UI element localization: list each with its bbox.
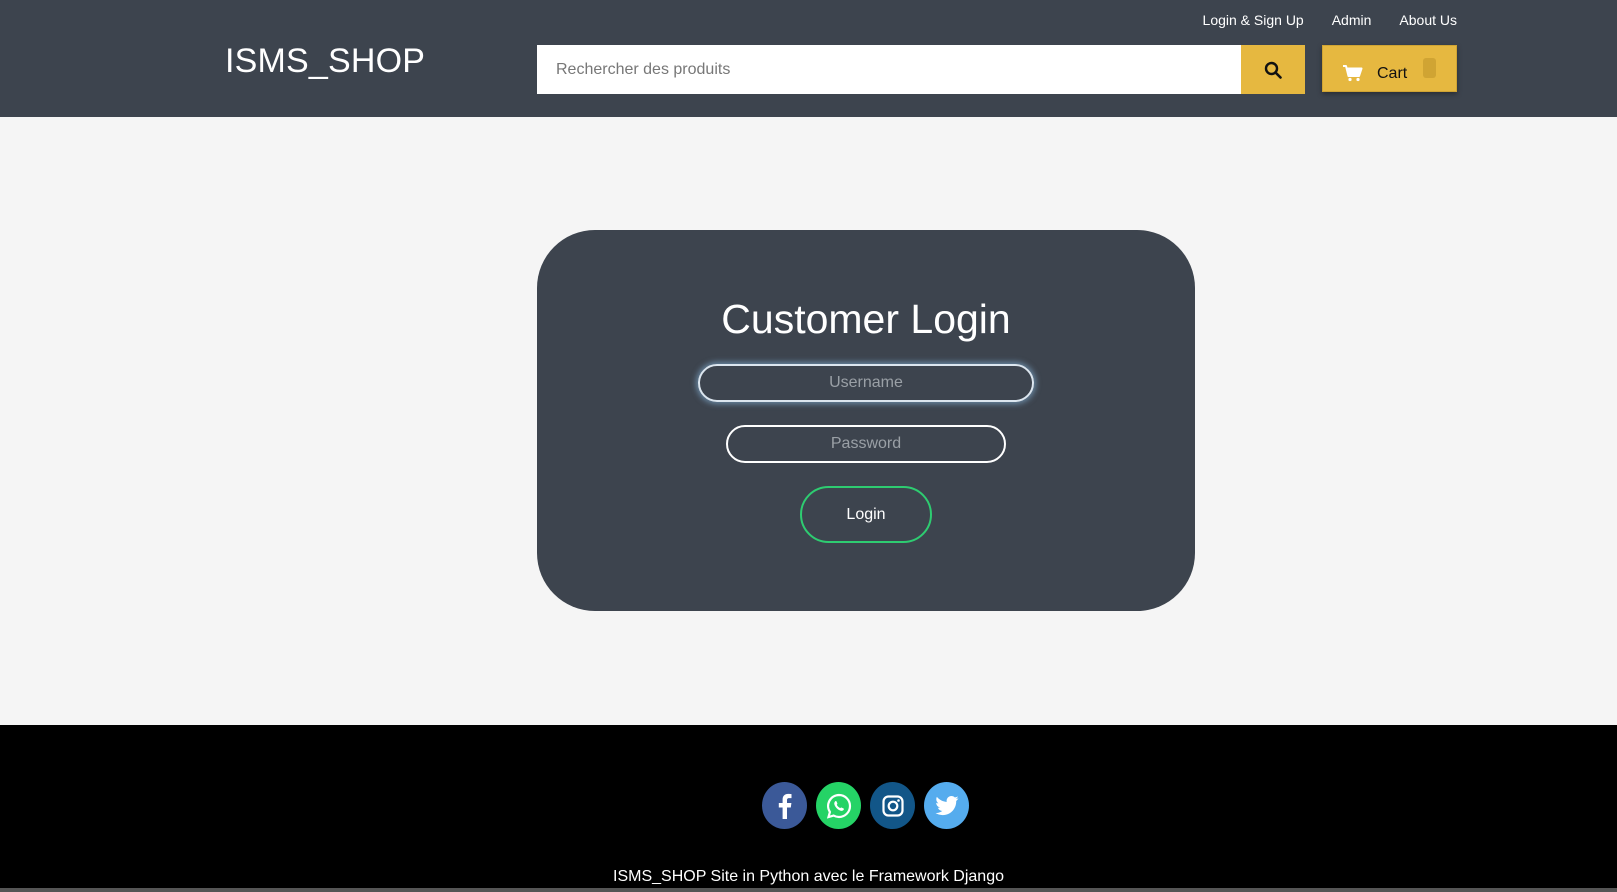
- nav-login-signup-link[interactable]: Login & Sign Up: [1203, 12, 1304, 28]
- cart-count-badge: [1423, 58, 1436, 78]
- bottom-strip: [0, 888, 1617, 892]
- social-links: [762, 782, 969, 829]
- facebook-icon: [778, 793, 791, 819]
- search-bar: [537, 45, 1305, 94]
- cart-button[interactable]: Cart: [1322, 45, 1457, 92]
- search-input[interactable]: [537, 45, 1241, 94]
- nav-about-us-link[interactable]: About Us: [1399, 12, 1457, 28]
- whatsapp-icon: [826, 793, 851, 819]
- footer-text: ISMS_SHOP Site in Python avec le Framewo…: [613, 868, 1004, 885]
- twitter-icon: [934, 795, 958, 815]
- instagram-link[interactable]: [870, 782, 915, 829]
- login-title: Customer Login: [721, 296, 1011, 342]
- twitter-link[interactable]: [924, 782, 969, 829]
- username-field[interactable]: [698, 364, 1034, 402]
- nav-admin-link[interactable]: Admin: [1332, 12, 1372, 28]
- top-nav: Login & Sign Up Admin About Us: [1203, 12, 1457, 28]
- whatsapp-link[interactable]: [816, 782, 861, 829]
- search-icon: [1264, 61, 1282, 79]
- search-button[interactable]: [1241, 45, 1305, 94]
- cart-icon: [1343, 65, 1363, 82]
- footer: ISMS_SHOP Site in Python avec le Framewo…: [0, 725, 1617, 892]
- facebook-link[interactable]: [762, 782, 807, 829]
- instagram-icon: [881, 794, 904, 817]
- brand-logo[interactable]: ISMS_SHOP: [225, 42, 425, 81]
- login-card: Customer Login Login: [537, 230, 1195, 611]
- cart-label: Cart: [1377, 65, 1408, 82]
- login-button[interactable]: Login: [800, 486, 932, 543]
- header: Login & Sign Up Admin About Us ISMS_SHOP…: [0, 0, 1617, 117]
- password-field[interactable]: [726, 425, 1006, 463]
